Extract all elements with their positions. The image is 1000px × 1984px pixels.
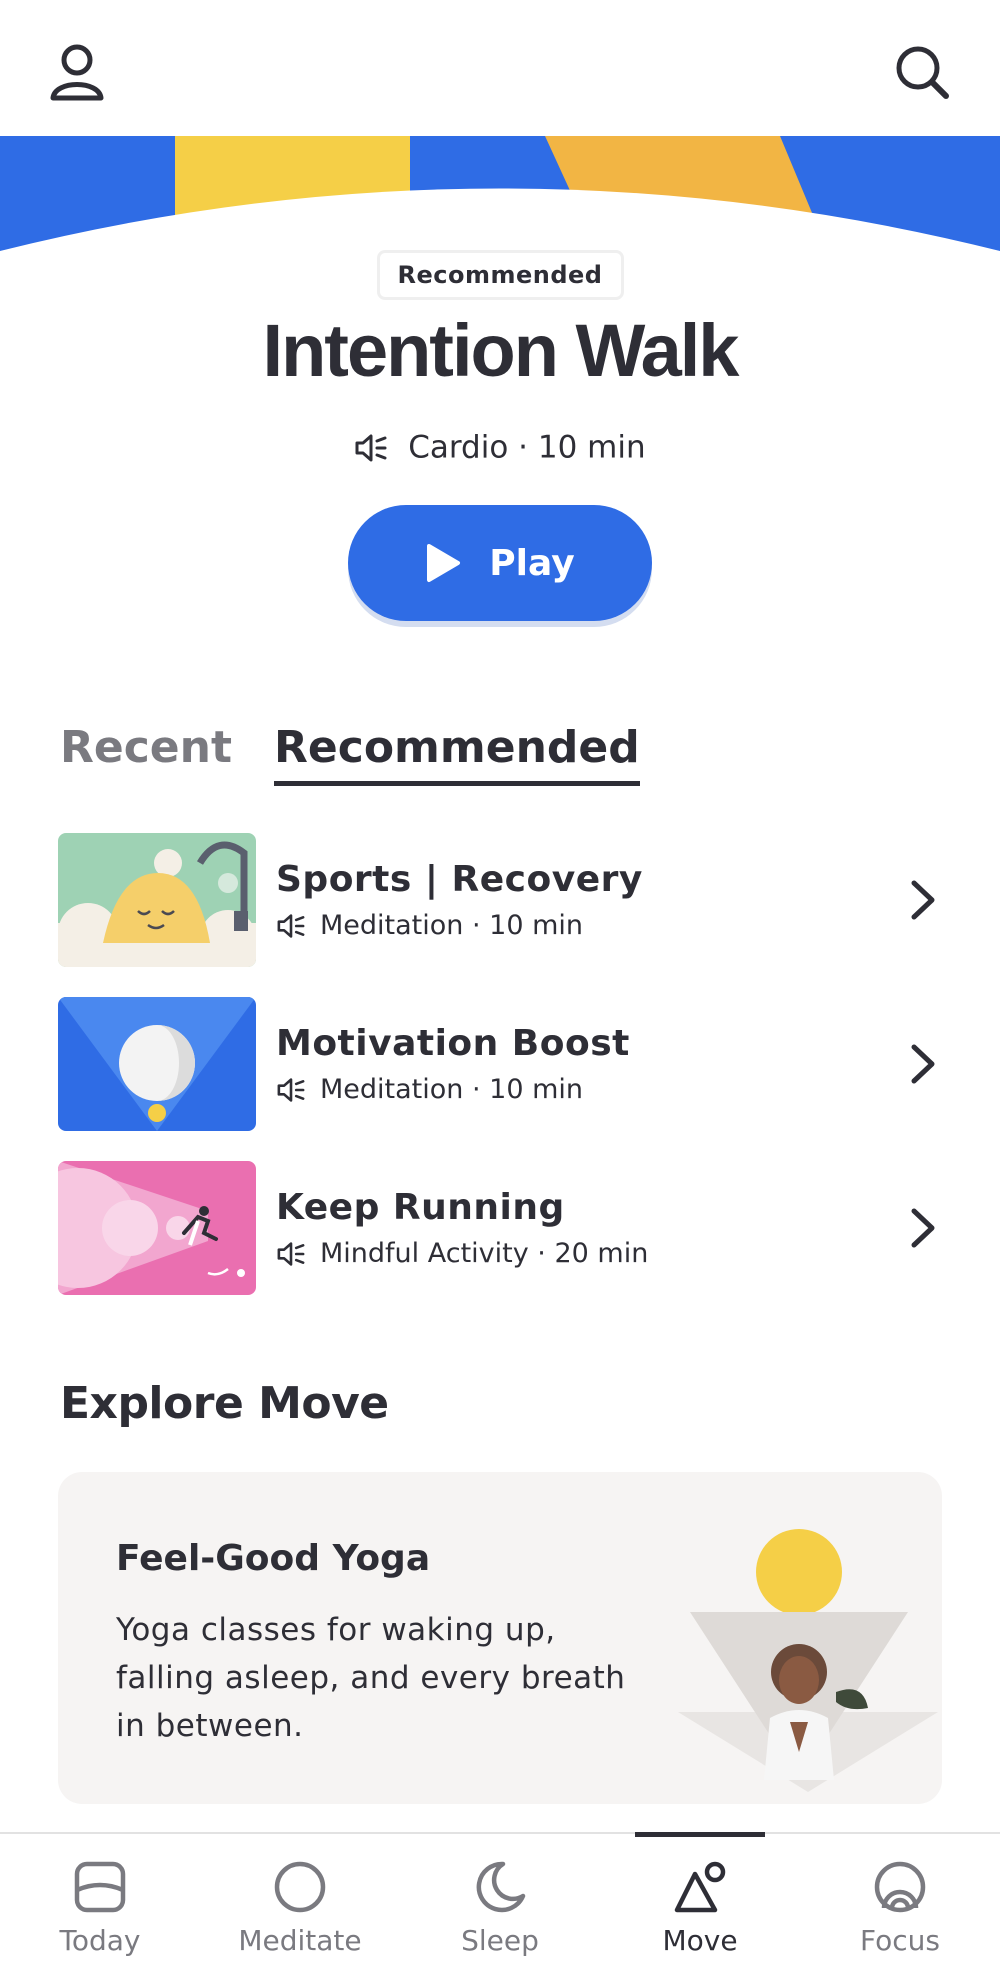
nav-move[interactable]: Move [600,1832,800,1984]
list-item[interactable]: Motivation Boost Meditation · 10 min [58,982,942,1146]
speaker-icon [277,1077,305,1102]
nav-focus[interactable]: Focus [800,1834,1000,1984]
nav-meditate[interactable]: Meditate [200,1834,400,1984]
keep-running-thumbnail [58,1161,256,1295]
explore-section-title: Explore Move [60,1378,389,1429]
play-icon [427,544,461,582]
list-item-meta: Meditation · 10 min [320,910,583,941]
person-icon[interactable] [45,40,109,104]
nav-move-label: Move [662,1924,738,1957]
speaker-icon [277,913,305,938]
play-label: Play [489,542,575,584]
motivation-boost-thumbnail [58,997,256,1131]
top-bar [0,0,1000,136]
list-item-title: Sports | Recovery [276,859,643,900]
bottom-nav: Today Meditate Sleep Move Focus [0,1832,1000,1984]
nav-today[interactable]: Today [0,1834,200,1984]
nav-sleep-label: Sleep [461,1924,539,1957]
hero-meta-text: Cardio · 10 min [408,429,646,466]
speaker-icon [355,434,387,461]
chevron-right-icon [911,880,935,920]
recommended-badge: Recommended [376,250,624,300]
chevron-right-icon [911,1044,935,1084]
meditate-icon [274,1861,326,1913]
tab-recommended[interactable]: Recommended [274,722,640,786]
move-icon [674,1861,726,1913]
nav-meditate-label: Meditate [238,1924,362,1957]
nav-focus-label: Focus [860,1924,940,1957]
speaker-icon [277,1241,305,1266]
list-item-meta: Mindful Activity · 20 min [320,1238,649,1269]
sports-recovery-thumbnail [58,833,256,967]
session-list: Sports | Recovery Meditation · 10 min Mo… [58,818,942,1310]
focus-icon [874,1861,926,1913]
content-tabs: Recent Recommended [60,722,640,786]
feel-good-yoga-card[interactable]: Feel-Good Yoga Yoga classes for waking u… [58,1472,942,1804]
list-item-title: Motivation Boost [276,1023,630,1064]
list-item-meta: Meditation · 10 min [320,1074,583,1105]
moon-icon [476,1861,526,1913]
header-banner [0,136,1000,256]
hero-title: Intention Walk [262,309,740,392]
list-item[interactable]: Keep Running Mindful Activity · 20 min [58,1146,942,1310]
today-icon [74,1861,126,1913]
card-description: Yoga classes for waking up, falling asle… [116,1612,626,1744]
list-item-title: Keep Running [276,1187,565,1228]
hero-meta: Cardio · 10 min [0,428,1000,466]
card-title: Feel-Good Yoga [116,1538,431,1579]
play-button[interactable]: Play [348,505,652,621]
nav-sleep[interactable]: Sleep [400,1834,600,1984]
tab-recent[interactable]: Recent [60,722,232,786]
yoga-illustration [678,1529,938,1792]
chevron-right-icon [911,1208,935,1248]
search-icon[interactable] [890,40,954,104]
recommended-badge-wrap: Recommended [0,250,1000,300]
nav-today-label: Today [59,1924,141,1957]
list-item[interactable]: Sports | Recovery Meditation · 10 min [58,818,942,982]
